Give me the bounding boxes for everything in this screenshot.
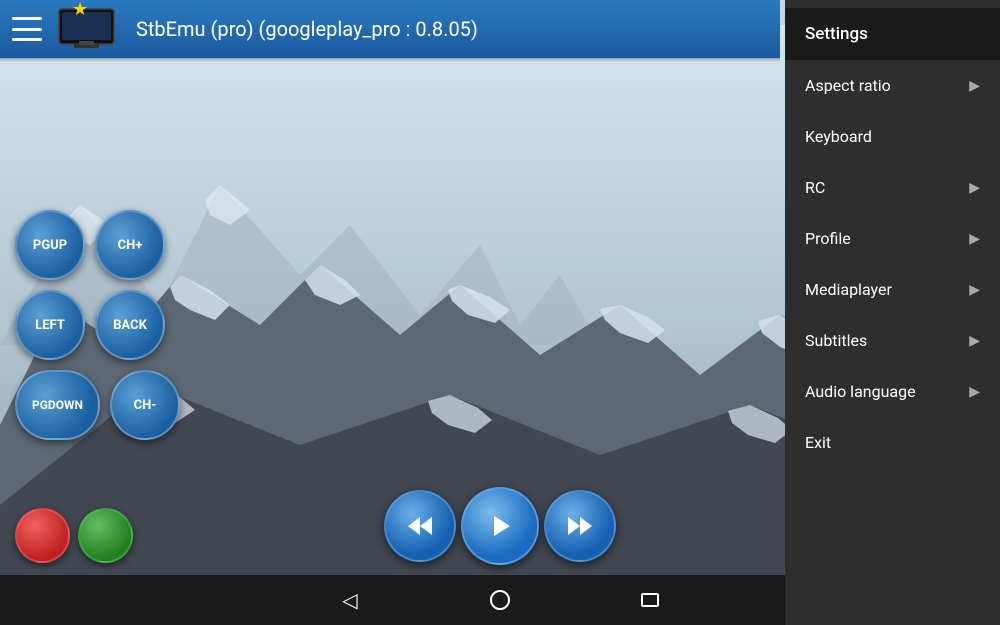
play-button[interactable] — [461, 487, 539, 565]
fast-forward-button[interactable] — [544, 490, 616, 562]
settings-label: Settings — [805, 24, 868, 44]
nav-home-button[interactable] — [485, 585, 515, 615]
top-btn-row: PGUP CH+ — [15, 210, 180, 280]
menu-item-mediaplayer[interactable]: Mediaplayer ▶ — [785, 264, 1000, 315]
header-shadow — [0, 58, 780, 62]
bottom-btn-row: PGDOWN CH- — [15, 370, 180, 440]
menu-item-aspect-ratio[interactable]: Aspect ratio ▶ — [785, 60, 1000, 111]
left-button[interactable]: LEFT — [15, 290, 85, 360]
nav-home-icon — [489, 589, 511, 611]
rc-label: RC — [805, 178, 825, 197]
play-icon — [484, 510, 516, 542]
rewind-icon — [405, 511, 435, 541]
context-menu: Settings Aspect ratio ▶ Keyboard RC ▶ Pr… — [785, 0, 1000, 625]
chevron-right-icon-mediaplayer: ▶ — [969, 282, 980, 298]
chevron-right-icon-rc: ▶ — [969, 180, 980, 196]
mediaplayer-label: Mediaplayer — [805, 280, 892, 299]
chevron-right-icon: ▶ — [969, 78, 980, 94]
nav-recents-icon — [640, 590, 660, 610]
menu-item-subtitles[interactable]: Subtitles ▶ — [785, 315, 1000, 366]
subtitles-label: Subtitles — [805, 331, 867, 350]
menu-item-rc[interactable]: RC ▶ — [785, 162, 1000, 213]
menu-item-exit[interactable]: Exit — [785, 417, 1000, 468]
middle-btn-row: LEFT BACK — [15, 290, 180, 360]
chevron-right-icon-audio: ▶ — [969, 384, 980, 400]
ch-plus-button[interactable]: CH+ — [95, 210, 165, 280]
ch-minus-button[interactable]: CH- — [110, 370, 180, 440]
menu-item-keyboard[interactable]: Keyboard — [785, 111, 1000, 162]
chevron-right-icon-subtitles: ▶ — [969, 333, 980, 349]
exit-label: Exit — [805, 433, 831, 452]
nav-back-icon: ◁ — [342, 588, 357, 612]
keyboard-label: Keyboard — [805, 127, 872, 146]
rewind-button[interactable] — [384, 490, 456, 562]
menu-item-audio-language[interactable]: Audio language ▶ — [785, 366, 1000, 417]
app-header: ★ StbEmu (pro) (googleplay_pro : 0.8.05) — [0, 0, 780, 58]
aspect-ratio-label: Aspect ratio — [805, 76, 891, 95]
pgup-button[interactable]: PGUP — [15, 210, 85, 280]
menu-item-settings[interactable]: Settings — [785, 8, 1000, 60]
back-button[interactable]: BACK — [95, 290, 165, 360]
audio-language-label: Audio language — [805, 382, 916, 401]
app-title: StbEmu (pro) (googleplay_pro : 0.8.05) — [136, 17, 768, 41]
profile-label: Profile — [805, 229, 851, 248]
chevron-right-icon-profile: ▶ — [969, 231, 980, 247]
menu-item-profile[interactable]: Profile ▶ — [785, 213, 1000, 264]
nav-recents-button[interactable] — [635, 585, 665, 615]
app-logo-container: ★ — [54, 4, 124, 54]
left-controls-panel: PGUP CH+ LEFT BACK PGDOWN CH- — [0, 200, 195, 450]
hamburger-menu-button[interactable] — [12, 17, 42, 41]
nav-back-button[interactable]: ◁ — [335, 585, 365, 615]
pgdown-button[interactable]: PGDOWN — [15, 370, 100, 440]
fast-forward-icon — [565, 511, 595, 541]
star-badge-icon: ★ — [72, 0, 88, 20]
